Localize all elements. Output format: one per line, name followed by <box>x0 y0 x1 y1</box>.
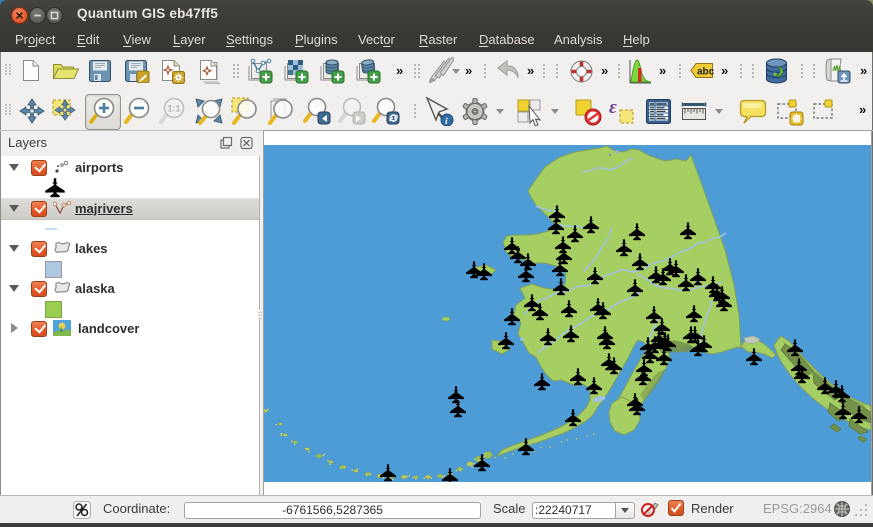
svg-text:ε: ε <box>609 98 617 118</box>
svg-text:1:1: 1:1 <box>168 104 181 114</box>
svg-text:abc: abc <box>697 67 714 78</box>
svg-text:i: i <box>445 117 448 126</box>
